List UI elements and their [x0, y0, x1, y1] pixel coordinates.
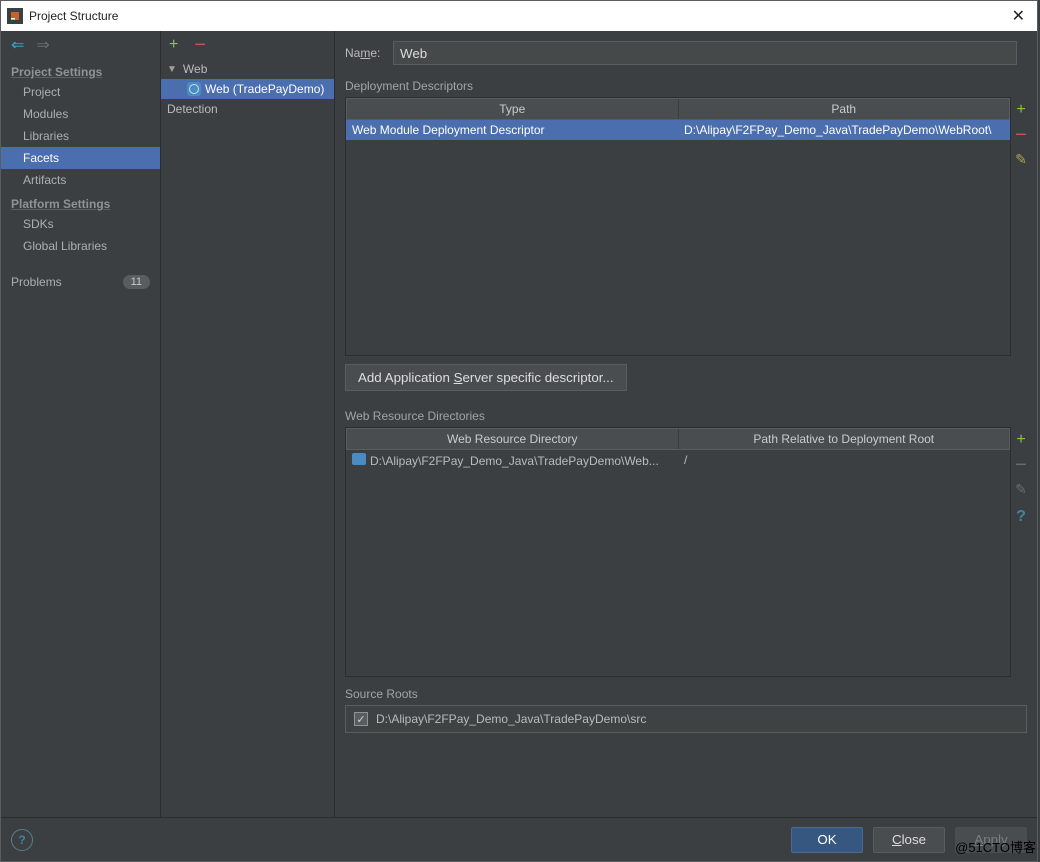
- dd-table-header: Type Path: [346, 98, 1010, 120]
- tree-root-label: Web: [183, 62, 207, 76]
- wr-col-rel: Path Relative to Deployment Root: [679, 429, 1010, 449]
- source-roots-label: Source Roots: [335, 677, 1037, 705]
- wr-row-dir: D:\Alipay\F2FPay_Demo_Java\TradePayDemo\…: [346, 450, 678, 471]
- web-resource-table[interactable]: Web Resource Directory Path Relative to …: [345, 427, 1011, 677]
- facet-name-input[interactable]: [393, 41, 1017, 65]
- facet-toolbar: + −: [161, 31, 334, 59]
- folder-icon: [352, 453, 366, 465]
- deployment-descriptors-label: Deployment Descriptors: [335, 69, 1037, 97]
- add-server-descriptor-button[interactable]: Add Application Server specific descript…: [345, 364, 627, 391]
- tree-item-detection[interactable]: Detection: [161, 99, 334, 119]
- sidebar-item-facets[interactable]: Facets: [1, 147, 160, 169]
- dd-row-path: D:\Alipay\F2FPay_Demo_Java\TradePayDemo\…: [678, 120, 1010, 140]
- name-label: Name:: [345, 46, 393, 60]
- sidebar-item-sdks[interactable]: SDKs: [1, 213, 160, 235]
- wr-help-button[interactable]: ?: [1016, 508, 1026, 526]
- nav-back-icon[interactable]: ⇐: [11, 35, 24, 55]
- sidebar-item-artifacts[interactable]: Artifacts: [1, 169, 160, 191]
- titlebar: Project Structure ✕: [1, 1, 1037, 31]
- dd-row[interactable]: Web Module Deployment Descriptor D:\Alip…: [346, 120, 1010, 140]
- tree-detection-label: Detection: [167, 102, 218, 116]
- wr-table-spacer: [346, 471, 1010, 676]
- window-close-button[interactable]: ✕: [1006, 6, 1031, 26]
- remove-facet-button[interactable]: −: [194, 40, 206, 50]
- facet-config-panel: Name: Deployment Descriptors Type Path W…: [335, 31, 1037, 831]
- deployment-descriptors-table[interactable]: Type Path Web Module Deployment Descript…: [345, 97, 1011, 356]
- problems-label: Problems: [11, 275, 62, 289]
- dd-col-type: Type: [347, 99, 679, 119]
- close-button[interactable]: Close: [873, 827, 945, 853]
- dd-tools: + − ✎: [1011, 97, 1031, 356]
- problems-count-badge: 11: [123, 275, 150, 289]
- dialog-buttons: OK Close Apply: [791, 827, 1027, 853]
- tree-root-web[interactable]: ▼ Web: [161, 59, 334, 79]
- web-facet-icon: [187, 82, 201, 96]
- wr-table-header: Web Resource Directory Path Relative to …: [346, 428, 1010, 450]
- source-roots-section: ✓ D:\Alipay\F2FPay_Demo_Java\TradePayDem…: [345, 705, 1027, 733]
- dd-row-type: Web Module Deployment Descriptor: [346, 120, 678, 140]
- facet-tree-panel: + − ▼ Web Web (TradePayDemo) Detection: [161, 31, 335, 831]
- sidebar-item-global[interactable]: Global Libraries: [1, 235, 160, 257]
- help-button[interactable]: ?: [11, 829, 33, 851]
- wr-row-rel: /: [678, 450, 1010, 471]
- group-platform-settings: Platform Settings: [1, 191, 160, 213]
- wr-remove-button: −: [1015, 459, 1027, 471]
- window-title: Project Structure: [29, 9, 118, 23]
- wr-tools: + − ✎ ?: [1011, 427, 1031, 677]
- nav-forward-icon: ⇒: [36, 35, 49, 55]
- tree-item-web-module[interactable]: Web (TradePayDemo): [161, 79, 334, 99]
- app-icon: [7, 8, 23, 24]
- wr-col-dir: Web Resource Directory: [347, 429, 679, 449]
- dialog-bottombar: ? OK Close Apply: [1, 817, 1037, 861]
- ok-button[interactable]: OK: [791, 827, 863, 853]
- add-descriptor-row: Add Application Server specific descript…: [335, 356, 1037, 399]
- wr-add-button[interactable]: +: [1016, 431, 1025, 449]
- dialog-content: ⇐ ⇒ Project Settings Project Modules Lib…: [1, 31, 1037, 831]
- name-field-row: Name:: [335, 31, 1037, 69]
- wr-edit-button: ✎: [1015, 481, 1027, 498]
- dd-edit-button[interactable]: ✎: [1015, 151, 1027, 168]
- web-resource-directories-label: Web Resource Directories: [335, 399, 1037, 427]
- group-project-settings: Project Settings: [1, 59, 160, 81]
- sidebar-item-problems[interactable]: Problems 11: [1, 271, 160, 293]
- sidebar-item-modules[interactable]: Modules: [1, 103, 160, 125]
- add-facet-button[interactable]: +: [169, 36, 178, 54]
- web-resource-section: Web Resource Directory Path Relative to …: [345, 427, 1031, 677]
- project-structure-dialog: Project Structure ✕ ⇐ ⇒ Project Settings…: [0, 0, 1038, 862]
- sidebar-item-libraries[interactable]: Libraries: [1, 125, 160, 147]
- settings-sidebar: ⇐ ⇒ Project Settings Project Modules Lib…: [1, 31, 161, 831]
- tree-expand-icon[interactable]: ▼: [167, 64, 177, 75]
- tree-item-label: Web (TradePayDemo): [205, 82, 324, 96]
- wr-row[interactable]: D:\Alipay\F2FPay_Demo_Java\TradePayDemo\…: [346, 450, 1010, 471]
- dd-remove-button[interactable]: −: [1015, 129, 1027, 141]
- dd-table-spacer: [346, 140, 1010, 355]
- source-root-path: D:\Alipay\F2FPay_Demo_Java\TradePayDemo\…: [376, 712, 646, 726]
- dd-add-button[interactable]: +: [1016, 101, 1025, 119]
- sidebar-item-project[interactable]: Project: [1, 81, 160, 103]
- apply-button: Apply: [955, 827, 1027, 853]
- sidebar-nav: ⇐ ⇒: [1, 31, 160, 59]
- dd-col-path: Path: [679, 99, 1010, 119]
- source-root-checkbox[interactable]: ✓: [354, 712, 368, 726]
- deployment-descriptors-section: Type Path Web Module Deployment Descript…: [345, 97, 1031, 356]
- source-root-row[interactable]: ✓ D:\Alipay\F2FPay_Demo_Java\TradePayDem…: [345, 705, 1027, 733]
